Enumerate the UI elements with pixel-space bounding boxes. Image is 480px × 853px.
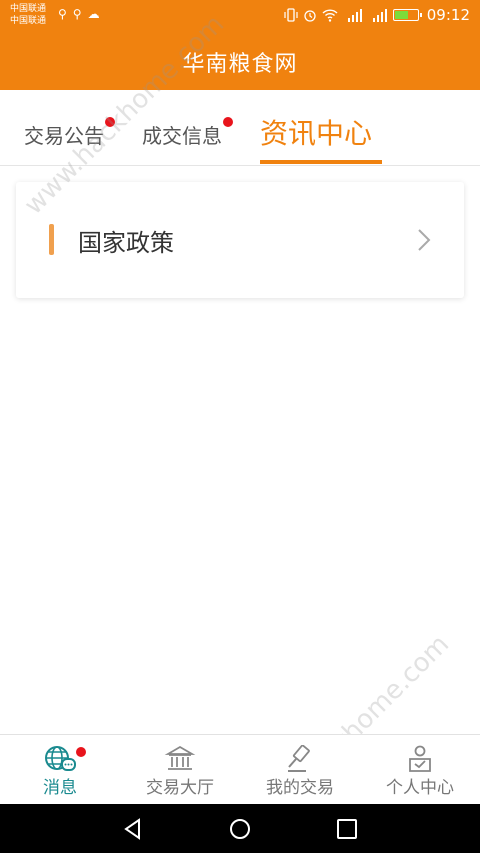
gavel-icon [288,745,310,772]
system-nav-bar [0,804,480,853]
signal-4g-icon [347,9,362,22]
tab-label: 交易公告 [24,124,104,148]
bottom-nav: 消息 交易大厅 我的交易 个人中心 [0,734,480,804]
nav-trading-hall[interactable]: 交易大厅 [120,735,240,805]
recents-icon[interactable] [336,818,358,840]
signal-3g-icon [372,9,387,22]
status-right: 09:12 [284,6,470,24]
nav-label: 消息 [43,778,77,798]
notification-dot [223,117,233,127]
nav-messages[interactable]: 消息 [0,735,120,805]
tab-bar: 交易公告 成交信息 资讯中心 [0,90,480,166]
bank-building-icon [164,745,196,770]
usb-icon: ⚲ [58,7,67,21]
tab-deals[interactable]: 成交信息 [142,117,233,149]
carrier-labels: 中国联通 中国联通 [10,3,46,27]
cloud-icon: ☁ [87,7,100,21]
usb-icon-2: ⚲ [72,7,82,21]
nav-label: 个人中心 [386,778,454,798]
carrier-1: 中国联通 [10,4,47,14]
tab-label: 资讯中心 [260,117,373,150]
person-icon [409,745,431,772]
tab-label: 成交信息 [142,124,222,148]
battery-icon [392,9,422,21]
tab-news-center[interactable]: 资讯中心 [260,112,372,152]
alarm-icon [304,10,316,22]
chevron-right-icon [418,229,431,251]
nav-label: 我的交易 [266,778,334,798]
page-title: 华南粮食网 [182,52,298,77]
home-icon[interactable] [229,818,251,840]
vibrate-icon [284,8,298,22]
wifi-icon [322,9,338,22]
nav-profile[interactable]: 个人中心 [360,735,480,805]
battery-level [394,11,408,19]
tab-announcements[interactable]: 交易公告 [24,117,115,149]
clock: 09:12 [426,6,470,24]
policy-list-item[interactable]: 国家政策 [16,182,464,298]
carrier-2: 中国联通 [10,16,47,26]
nav-my-trades[interactable]: 我的交易 [240,735,360,805]
notification-dot [76,747,86,757]
globe-chat-icon [45,746,76,771]
app-header: 中国联通 中国联通 ⚲ ⚲ ☁ 09:12 华南粮食网 [0,0,480,90]
notification-dot [105,117,115,127]
status-bar: 中国联通 中国联通 ⚲ ⚲ ☁ 09:12 [0,0,480,32]
back-icon[interactable] [122,818,144,840]
list-item-label: 国家政策 [78,229,174,257]
active-tab-indicator [260,160,382,164]
accent-bar [49,224,54,255]
status-left-icons: ⚲ ⚲ ☁ [58,7,100,21]
nav-label: 交易大厅 [146,778,214,798]
